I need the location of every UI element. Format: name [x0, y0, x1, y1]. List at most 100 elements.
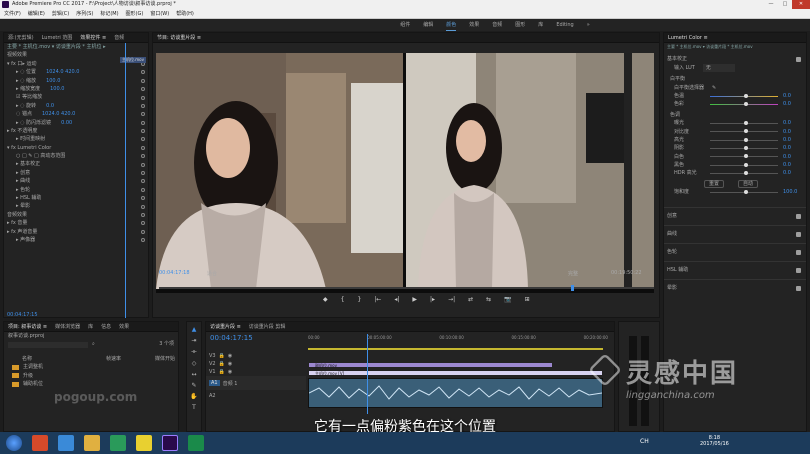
workspace-tab-editing-en[interactable]: Editing	[556, 19, 573, 31]
track-header-v2[interactable]: V2 🔒 ◉	[206, 360, 306, 368]
slider-knob[interactable]	[744, 129, 748, 134]
effect-row[interactable]: ▸ ◌ 缩放 100.0	[4, 77, 148, 85]
effect-row[interactable]: ▸ 基本校正	[4, 160, 148, 168]
reset-param-icon[interactable]	[141, 78, 145, 83]
menu-sequence[interactable]: 序列(S)	[76, 9, 93, 18]
program-timecode[interactable]: 00:04:17:18	[159, 270, 190, 276]
effect-row[interactable]: ▸ 时间重映射	[4, 135, 148, 143]
tab-audio-mixer[interactable]: 音频	[114, 33, 124, 42]
tab-effect-controls[interactable]: 效果控件 ≡	[80, 33, 106, 42]
tab-project[interactable]: 项目: 叙事访谈 ≡	[8, 322, 47, 331]
reset-param-icon[interactable]	[141, 129, 145, 134]
effect-row[interactable]: ▸ 色轮	[4, 186, 148, 194]
razor-tool-icon[interactable]: ◇	[192, 360, 197, 367]
reset-param-icon[interactable]	[141, 221, 145, 226]
tab-sequence-edit[interactable]: 访谈重片段 剪辑	[249, 322, 286, 331]
hsl-checkbox[interactable]	[796, 267, 801, 273]
tab-source[interactable]: 源:(无剪辑)	[8, 33, 34, 42]
ripple-edit-tool-icon[interactable]: ⟛	[191, 348, 196, 356]
curves-checkbox[interactable]	[796, 231, 801, 237]
workspace-tab-libraries[interactable]: 库	[538, 19, 543, 31]
effect-row[interactable]: ▸ 声像器	[4, 236, 148, 244]
section-vignette[interactable]: 晕影	[664, 278, 806, 297]
search-icon[interactable]: ⌕	[92, 340, 95, 348]
clip-v2[interactable]: 副机位.mov	[308, 362, 553, 368]
maximize-button[interactable]: □	[778, 0, 792, 9]
effect-row[interactable]: ▸ 晕影	[4, 202, 148, 210]
reset-param-icon[interactable]	[141, 238, 145, 243]
tone-value[interactable]: 0.0	[783, 153, 791, 161]
track-header-v3[interactable]: V3 🔒 ◉	[206, 352, 306, 360]
play-button[interactable]: ▶	[412, 296, 417, 303]
effect-row[interactable]: ☑ 等比缩放	[4, 93, 148, 101]
workspace-tab-assembly[interactable]: 组件	[400, 19, 410, 31]
comparison-view-button[interactable]: ⊞	[525, 296, 530, 303]
quality-select[interactable]: 完整	[568, 270, 578, 277]
eyedropper-icon[interactable]: ✎	[712, 84, 716, 92]
effect-row[interactable]: ▸ HSL 辅助	[4, 194, 148, 202]
program-scrubber[interactable]	[159, 285, 654, 291]
slip-tool-icon[interactable]: ↔	[191, 371, 196, 378]
slider-knob[interactable]	[744, 137, 748, 142]
explorer-icon[interactable]	[84, 435, 100, 451]
reset-param-icon[interactable]	[141, 154, 145, 159]
timeline-clip-chip[interactable]: 主机位.mov	[120, 57, 146, 63]
column-media-start[interactable]: 媒体开始	[155, 355, 175, 363]
tone-slider[interactable]	[710, 145, 778, 150]
audio-clip-a1[interactable]	[308, 378, 603, 408]
browser-b-icon[interactable]	[58, 435, 74, 451]
reset-param-icon[interactable]	[141, 187, 145, 192]
effect-row[interactable]: ▸ fx 声道音量	[4, 228, 148, 236]
menu-file[interactable]: 文件(F)	[4, 9, 21, 18]
effect-row[interactable]: ▸ ◌ 防闪烁滤镜 0.00	[4, 119, 148, 127]
tone-slider[interactable]	[710, 137, 778, 142]
mark-out-button[interactable]: }	[357, 296, 361, 303]
section-color-wheels[interactable]: 色轮	[664, 242, 806, 261]
effect-row[interactable]: ▸ 曲线	[4, 177, 148, 185]
reset-param-icon[interactable]	[141, 137, 145, 142]
project-bin-item[interactable]: 主调整机	[4, 363, 178, 371]
step-forward-button[interactable]: |▸	[430, 296, 435, 303]
effect-row-value[interactable]: 1024.0 420.0	[42, 110, 75, 118]
effect-row[interactable]: ▸ 缩放宽度 100.0	[4, 85, 148, 93]
minimize-button[interactable]: —	[764, 0, 778, 9]
temperature-slider[interactable]	[710, 93, 778, 98]
section-hsl[interactable]: HSL 辅助	[664, 260, 806, 279]
reset-param-icon[interactable]	[141, 162, 145, 167]
premiere-taskbar-icon[interactable]	[162, 435, 178, 451]
track-header-v1[interactable]: V1 🔒 ◉	[206, 368, 306, 376]
reset-button[interactable]: 重置	[704, 180, 725, 189]
section-curves[interactable]: 曲线	[664, 224, 806, 243]
go-to-in-button[interactable]: |←	[374, 296, 381, 303]
clock[interactable]: 8:18 2017/05/16	[700, 435, 729, 447]
effect-row[interactable]: ▸ fx 音量	[4, 219, 148, 227]
tone-value[interactable]: 0.0	[783, 136, 791, 144]
reset-param-icon[interactable]	[141, 95, 145, 100]
menu-marker[interactable]: 标记(M)	[100, 9, 118, 18]
hand-tool-icon[interactable]: ✋	[190, 393, 197, 400]
start-button-icon[interactable]	[6, 435, 22, 451]
menu-help[interactable]: 帮助(H)	[176, 9, 194, 18]
tab-effects[interactable]: 效果	[119, 322, 129, 331]
reset-param-icon[interactable]	[141, 213, 145, 217]
effect-row-value[interactable]: 100.0	[50, 85, 64, 93]
clip-v1[interactable]: 主机位.mov [V]	[308, 370, 603, 376]
effect-row[interactable]: 音频效果	[4, 211, 148, 219]
reset-param-icon[interactable]	[141, 112, 145, 117]
effect-row[interactable]: ▾ fx Lumetri Color	[4, 144, 148, 152]
tab-program[interactable]: 节目: 访谈重片段 ≡	[157, 33, 201, 42]
lift-button[interactable]: ⇄	[468, 296, 473, 303]
extract-button[interactable]: ⇆	[486, 296, 491, 303]
slider-knob[interactable]	[744, 171, 748, 176]
tab-lumetri-color[interactable]: Lumetri Color ≡	[668, 33, 708, 42]
basic-correction-checkbox[interactable]	[796, 57, 801, 63]
menu-clip[interactable]: 剪辑(C)	[52, 9, 69, 18]
tone-value[interactable]: 0.0	[783, 119, 791, 127]
browser-a-icon[interactable]	[32, 435, 48, 451]
tab-info[interactable]: 信息	[101, 322, 111, 331]
reset-param-icon[interactable]	[141, 87, 145, 92]
close-button[interactable]: ✕	[792, 0, 810, 9]
effect-row-value[interactable]: 0.0	[46, 102, 54, 110]
lumetri-target[interactable]: 主要 * 主机位.mov ▾ 访谈重片段 * 主机位.mov	[664, 43, 806, 51]
export-frame-button[interactable]: 📷	[504, 296, 511, 303]
